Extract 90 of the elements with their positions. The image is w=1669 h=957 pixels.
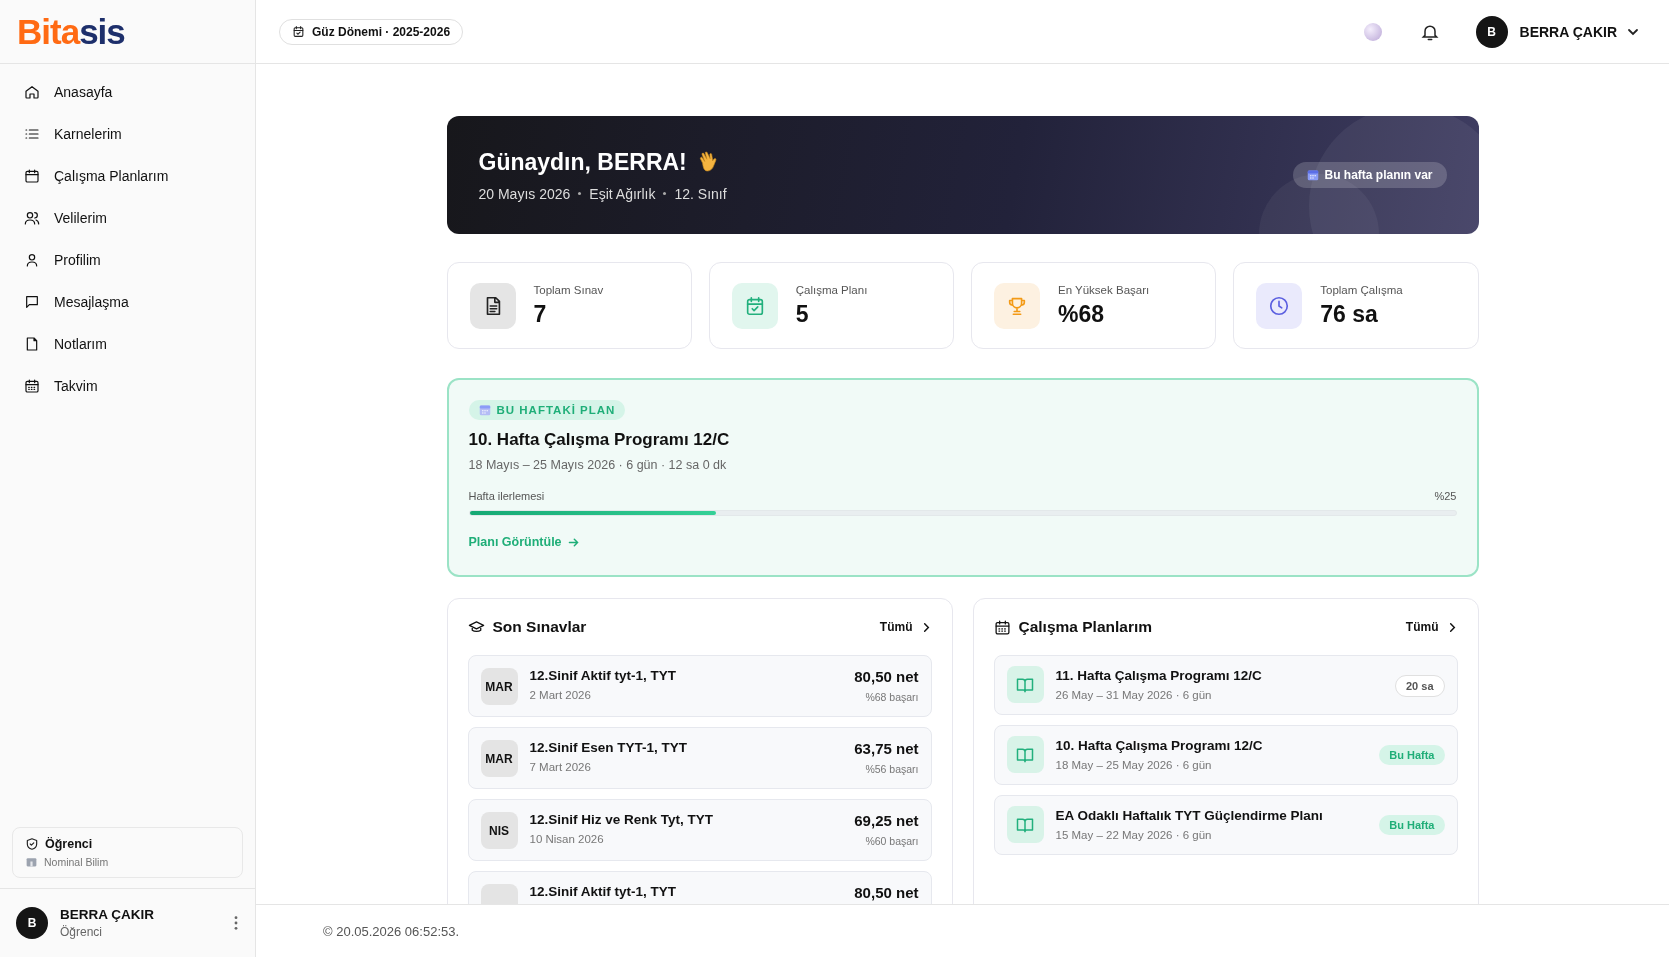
- stat-label: Toplam Çalışma: [1320, 283, 1403, 296]
- message-icon: [24, 294, 40, 310]
- sidebar-item[interactable]: Takvim: [12, 368, 243, 404]
- role-label: Öğrenci: [45, 837, 93, 851]
- stat-value: 7: [533, 300, 548, 328]
- plan-tag: Bu Hafta: [1379, 745, 1445, 765]
- plan-dates: 26 May – 31 May 2026 · 6 gün: [1055, 689, 1213, 701]
- user-menu[interactable]: BERRA ÇAKIR: [1519, 23, 1617, 40]
- sidebar-item[interactable]: Notlarım: [12, 326, 243, 362]
- plan-tag: 20 sa: [1394, 675, 1445, 697]
- note-icon: [24, 336, 40, 352]
- greeting: Günaydın, BERRA!: [478, 148, 687, 176]
- calendar-icon: [292, 25, 305, 38]
- panel-title: Çalışma Planlarım: [1018, 618, 1154, 636]
- stat-label: En Yüksek Başarı: [1058, 283, 1150, 296]
- stat-value: 76 sa: [1320, 300, 1379, 328]
- stat-icon: [1268, 294, 1291, 317]
- grid-calendar-icon: [24, 378, 40, 394]
- theme-toggle[interactable]: [1363, 22, 1382, 41]
- calendar-icon: [24, 168, 40, 184]
- exam-row[interactable]: MAR 12.Sinif Aktif tyt-1, TYT 2 Mart 2026 80,50 net %68 başarı: [467, 655, 932, 717]
- success-rate: %56 başarı: [865, 763, 919, 775]
- banner-detail: 12. Sınıf: [674, 185, 727, 202]
- plan-title: 11. Hafta Çalışma Programı 12/C: [1055, 668, 1263, 683]
- plan-details: 18 Mayıs – 25 Mayıs 2026 · 6 gün · 12 sa 0 dk: [468, 458, 728, 472]
- user-role: Öğrenci: [60, 925, 104, 939]
- exam-title: 12.Sinif Aktif tyt-1, TYT: [529, 668, 678, 683]
- weekly-plan-badge: BU HAFTAKİ PLAN: [468, 400, 626, 420]
- plan-dates: 18 May – 25 May 2026 · 6 gün: [1055, 759, 1213, 771]
- calendar-icon: [1307, 169, 1320, 181]
- view-all-link[interactable]: Tümü: [1405, 620, 1458, 634]
- success-rate: %60 başarı: [865, 835, 919, 847]
- sidebar-item[interactable]: Mesajlaşma: [12, 284, 243, 320]
- home-icon: [24, 84, 40, 100]
- sidebar-item[interactable]: Anasayfa: [12, 74, 243, 110]
- plan-row[interactable]: EA Odaklı Haftalık TYT Güçlendirme Planı 15 May – 22 May 2026 · 6 gün Bu Hafta: [993, 795, 1458, 855]
- building-icon: [25, 855, 38, 868]
- exam-date: 7 Mart 2026: [529, 761, 592, 773]
- exam-row[interactable]: 12.Sinif Aktif tyt-1, TYT 80,50 net: [467, 871, 932, 904]
- stat-label: Toplam Sınav: [533, 283, 604, 296]
- plan-title: 10. Hafta Çalışma Programı 12/C: [468, 430, 731, 450]
- view-all-link[interactable]: Tümü: [879, 620, 932, 634]
- stat-value: 5: [795, 300, 810, 328]
- net-score: 63,75 net: [854, 740, 919, 757]
- plan-title: EA Odaklı Haftalık TYT Güçlendirme Planı: [1055, 808, 1324, 823]
- progress-label: Hafta ilerlemesi: [468, 490, 545, 502]
- exam-title: 12.Sinif Aktif tyt-1, TYT: [529, 884, 678, 899]
- plan-row[interactable]: 10. Hafta Çalışma Programı 12/C 18 May – 25 May 2026 · 6 gün Bu Hafta: [993, 725, 1458, 785]
- users-icon: [24, 210, 40, 226]
- sidebar-item[interactable]: Velilerim: [12, 200, 243, 236]
- net-score: 69,25 net: [854, 812, 919, 829]
- exam-row[interactable]: MAR 12.Sinif Esen TYT-1, TYT 7 Mart 2026 63,75 net %56 başarı: [467, 727, 932, 789]
- exam-date: 2 Mart 2026: [529, 689, 592, 701]
- list-icon: [24, 126, 40, 142]
- exam-title: 12.Sinif Esen TYT-1, TYT: [529, 740, 689, 755]
- progress-percent: %25: [1434, 490, 1457, 502]
- footer-timestamp: © 20.05.2026 06:52:53.: [323, 923, 460, 939]
- calendar-icon: [478, 404, 491, 416]
- user-name: BERRA ÇAKIR: [60, 907, 155, 922]
- plan-row[interactable]: 11. Hafta Çalışma Programı 12/C 26 May – 31 May 2026 · 6 gün 20 sa: [993, 655, 1458, 715]
- month-badge: MAR: [480, 668, 518, 705]
- month-badge: NIS: [480, 812, 518, 849]
- more-icon[interactable]: [233, 915, 239, 931]
- user-icon: [24, 252, 40, 268]
- calendar-icon: [993, 618, 1011, 636]
- panel-title: Son Sınavlar: [492, 618, 588, 636]
- banner-detail: 20 Mayıs 2026: [478, 185, 571, 202]
- net-score: 80,50 net: [854, 668, 919, 685]
- exam-date: 10 Nisan 2026: [529, 833, 605, 845]
- plan-title: 10. Hafta Çalışma Programı 12/C: [1055, 738, 1264, 753]
- success-rate: %68 başarı: [865, 691, 919, 703]
- exam-title: 12.Sinif Hiz ve Renk Tyt, TYT: [529, 812, 715, 827]
- shield-icon: [25, 837, 39, 851]
- plan-dates: 15 May – 22 May 2026 · 6 gün: [1055, 829, 1213, 841]
- institution-name: Nominal Bilim: [44, 855, 109, 868]
- net-score: 80,50 net: [854, 884, 919, 901]
- user-avatar[interactable]: B: [1475, 15, 1508, 48]
- stat-label: Çalışma Planı: [795, 283, 868, 296]
- plan-badge: Bu hafta planın var: [1293, 162, 1447, 188]
- user-avatar: B: [16, 907, 48, 939]
- stat-value: %68: [1058, 300, 1106, 328]
- logo: Bitasis: [17, 11, 125, 52]
- month-badge: MAR: [480, 740, 518, 777]
- banner-detail: Eşit Ağırlık: [589, 185, 656, 202]
- sidebar-item[interactable]: Profilim: [12, 242, 243, 278]
- exam-row[interactable]: NIS 12.Sinif Hiz ve Renk Tyt, TYT 10 Nisan 2026 69,25 net %60 başarı: [467, 799, 932, 861]
- sidebar-item[interactable]: Karnelerim: [12, 116, 243, 152]
- plan-tag: Bu Hafta: [1379, 815, 1445, 835]
- sidebar-item[interactable]: Çalışma Planlarım: [12, 158, 243, 194]
- term-label: Güz Dönemi · 2025-2026: [312, 24, 451, 39]
